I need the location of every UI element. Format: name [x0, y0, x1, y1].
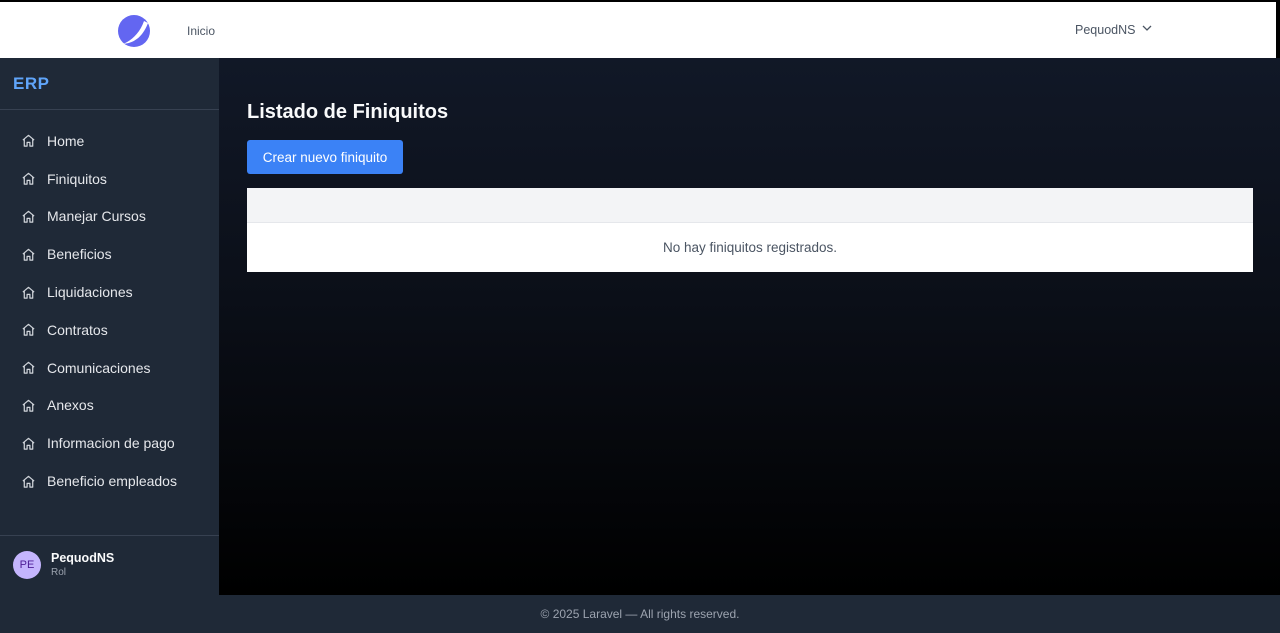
empty-state-message: No hay finiquitos registrados.: [662, 240, 838, 255]
divider: [0, 535, 219, 536]
sidebar-item-label: Beneficios: [47, 246, 112, 263]
sidebar-item-finiquitos[interactable]: Finiquitos: [0, 160, 219, 198]
moon-crescent-logo-icon[interactable]: [117, 14, 151, 48]
sidebar-item-label: Home: [47, 132, 85, 149]
brand-logo[interactable]: ERP: [13, 74, 49, 94]
profile-role: Rol: [51, 567, 67, 578]
main-content: Listado de Finiquitos Crear nuevo finiqu…: [219, 58, 1280, 595]
sidebar-item-label: Informacion de pago: [47, 435, 175, 452]
avatar: PE: [13, 551, 41, 579]
user-dropdown-name: PequodNS: [1075, 22, 1136, 37]
sidebar: ERP Home Finiquitos Manejar Cursos Benef…: [0, 58, 219, 595]
profile-name: PequodNS: [51, 551, 115, 565]
sidebar-menu: Home Finiquitos Manejar Cursos Beneficio…: [0, 122, 219, 500]
sidebar-item-contratos[interactable]: Contratos: [0, 311, 219, 349]
home-icon: [21, 360, 36, 375]
user-dropdown[interactable]: PequodNS: [1075, 22, 1153, 37]
home-icon: [21, 398, 36, 413]
chevron-down-icon: [1141, 22, 1153, 37]
home-icon: [21, 247, 36, 262]
home-icon: [21, 436, 36, 451]
home-icon: [21, 209, 36, 224]
sidebar-item-anexos[interactable]: Anexos: [0, 387, 219, 425]
home-icon: [21, 133, 36, 148]
sidebar-item-informacion-de-pago[interactable]: Informacion de pago: [0, 424, 219, 462]
sidebar-item-label: Beneficio empleados: [47, 473, 177, 490]
footer-copyright: © 2025 Laravel — All rights reserved.: [540, 607, 740, 621]
top-navbar: Inicio PequodNS: [0, 2, 1280, 58]
home-icon: [21, 171, 36, 186]
sidebar-item-comunicaciones[interactable]: Comunicaciones: [0, 349, 219, 387]
home-icon: [21, 322, 36, 337]
sidebar-item-home[interactable]: Home: [0, 122, 219, 160]
sidebar-item-label: Finiquitos: [47, 170, 107, 187]
sidebar-item-beneficio-empleados[interactable]: Beneficio empleados: [0, 462, 219, 500]
sidebar-item-label: Anexos: [47, 397, 94, 414]
profile-info: PequodNS Rol: [51, 551, 114, 579]
sidebar-item-manejar-cursos[interactable]: Manejar Cursos: [0, 198, 219, 236]
sidebar-item-label: Manejar Cursos: [47, 208, 146, 225]
divider: [0, 109, 219, 110]
footer: © 2025 Laravel — All rights reserved.: [0, 595, 1280, 633]
create-finiquito-button[interactable]: Crear nuevo finiquito: [247, 140, 403, 174]
sidebar-item-liquidaciones[interactable]: Liquidaciones: [0, 273, 219, 311]
sidebar-item-beneficios[interactable]: Beneficios: [0, 235, 219, 273]
sidebar-item-label: Liquidaciones: [47, 284, 133, 301]
home-icon: [21, 474, 36, 489]
user-profile[interactable]: PE PequodNS Rol: [13, 551, 114, 579]
table-header: [247, 188, 1253, 223]
nav-link-inicio[interactable]: Inicio: [187, 24, 215, 38]
sidebar-item-label: Contratos: [47, 321, 108, 338]
page-title: Listado de Finiquitos: [247, 101, 449, 123]
sidebar-item-label: Comunicaciones: [47, 359, 151, 376]
finiquitos-table: No hay finiquitos registrados.: [247, 188, 1253, 272]
home-icon: [21, 285, 36, 300]
